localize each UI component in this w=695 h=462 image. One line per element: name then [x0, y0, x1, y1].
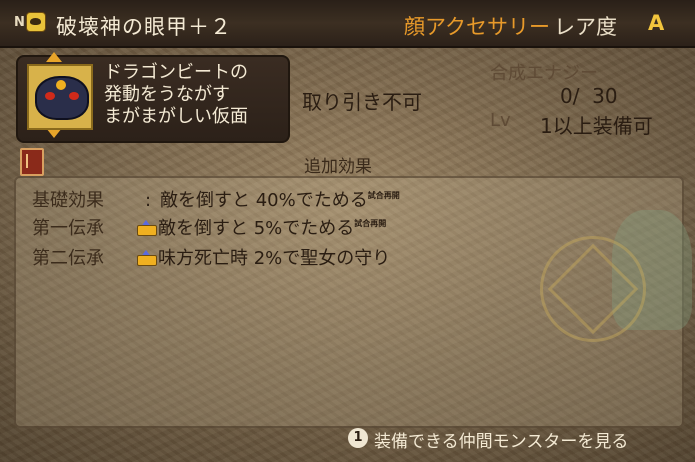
description-line: 発動をうながす [104, 84, 230, 105]
effect-separator: : [144, 190, 152, 211]
effect-label: 第二伝承 [32, 248, 104, 269]
effect-row: 第二伝承 味方死亡時 2%で聖女の守り [32, 244, 390, 270]
effect-tag: 試合再開 [354, 220, 386, 238]
item-category: 顔アクセサリー [404, 15, 550, 39]
crown-icon [136, 220, 157, 236]
footer-label: 装備できる仲間モンスターを見る [374, 432, 629, 452]
item-name: 破壊神の眼甲＋２ [56, 15, 232, 39]
effects-header: 追加効果 [304, 157, 372, 177]
button-1-icon: 1 [348, 428, 368, 448]
effect-row: 第一伝承 敵を倒すと 5%でためる試合再開 [32, 214, 386, 240]
effect-tag: 試合再開 [368, 192, 400, 210]
scroll-up-arrow-icon[interactable] [46, 52, 62, 62]
synth-energy-value: 0/ 30 [560, 84, 618, 108]
description-line: ドラゴンビートの [104, 62, 248, 83]
crown-icon [136, 250, 157, 266]
synth-energy-label: 合成エナジー [490, 63, 598, 84]
rarity-value: A [648, 11, 665, 35]
item-description: ドラゴンビートの 発動をうながす まがまがしい仮面 [104, 62, 284, 128]
effect-label: 第一伝承 [32, 218, 104, 239]
accessory-type-icon [26, 12, 46, 32]
rarity-label: レア度 [554, 15, 617, 39]
trade-status: 取り引き不可 [302, 90, 422, 114]
title-bar: N 破壊神の眼甲＋２ 顔アクセサリー レア度 A [0, 0, 695, 48]
level-requirement: 1以上装備可 [540, 114, 653, 138]
effect-text: 敵を倒すと 5%でためる [158, 218, 355, 239]
level-label: Lv [490, 110, 511, 131]
effect-text: 味方死亡時 2%で聖女の守り [158, 248, 391, 269]
description-line: まがまがしい仮面 [104, 106, 248, 127]
book-icon[interactable] [20, 148, 44, 176]
mask-icon [35, 76, 89, 120]
item-portrait [27, 64, 93, 130]
n-label: N [14, 15, 25, 30]
background-emblem [540, 236, 646, 342]
effect-text: 敵を倒すと 40%でためる [160, 190, 368, 211]
effect-row: 基礎効果: 敵を倒すと 40%でためる試合再開 [32, 186, 400, 212]
effect-label: 基礎効果 [32, 190, 104, 211]
